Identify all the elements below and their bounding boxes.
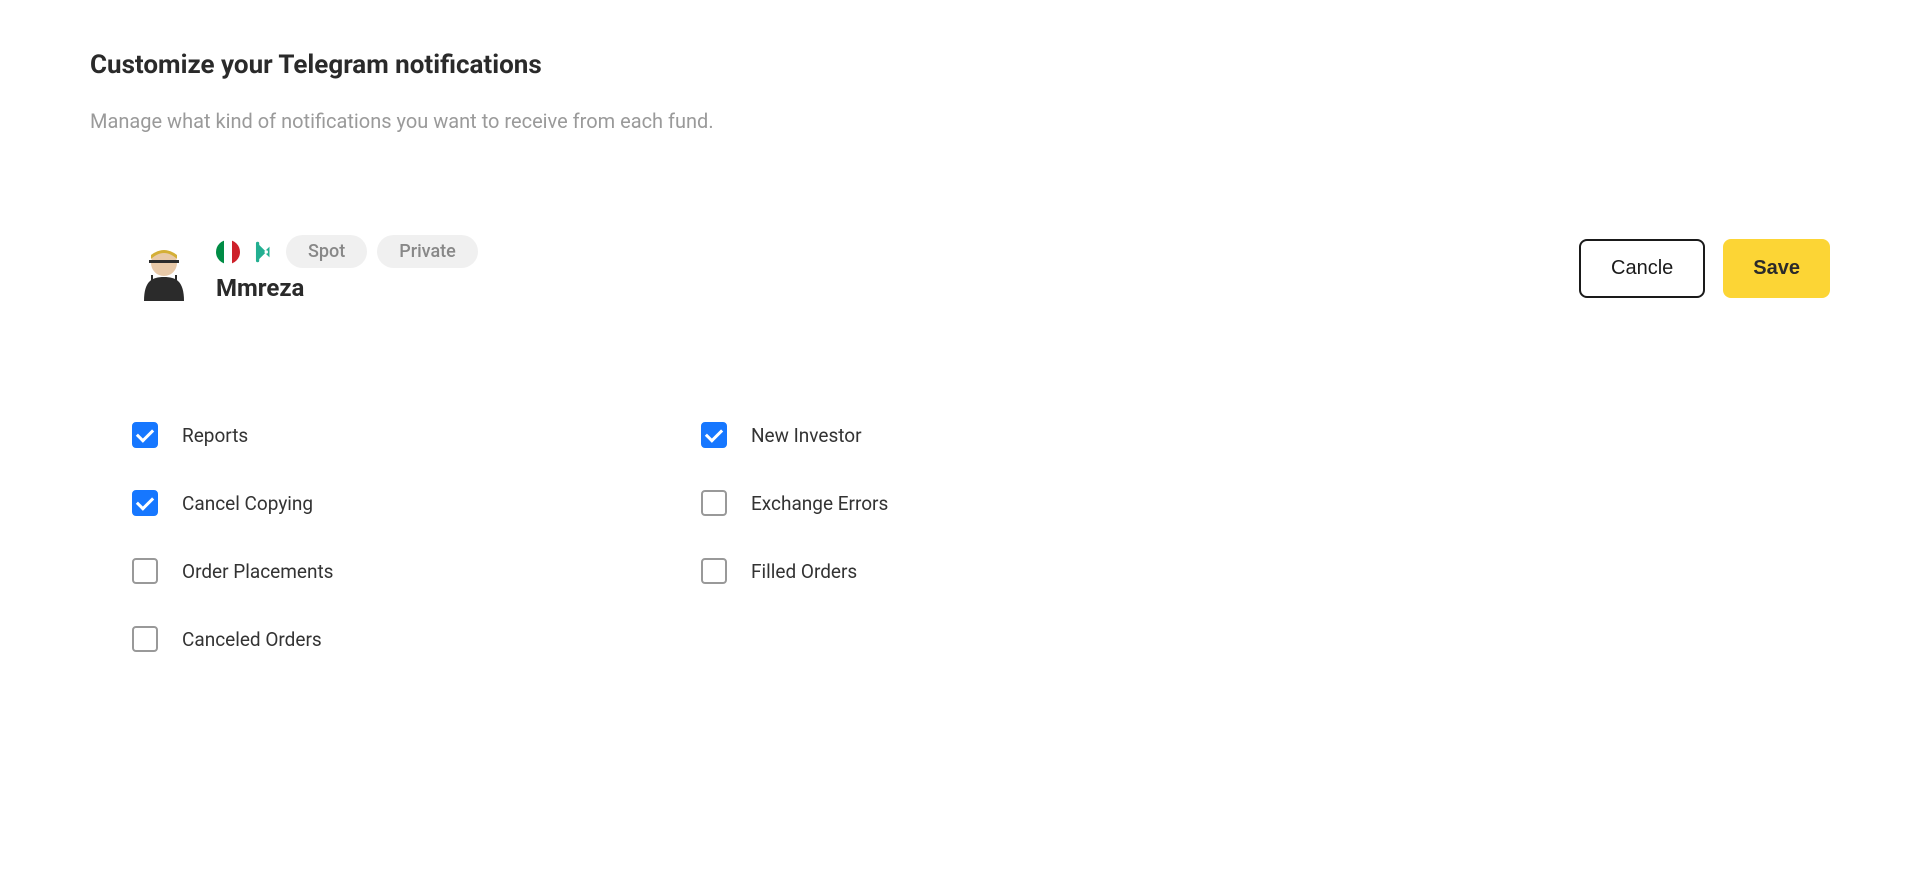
private-pill: Private <box>377 235 478 268</box>
fund-header: Spot Private Mmreza Cancle Save <box>90 235 1830 302</box>
option-cancel-copying[interactable]: Cancel Copying <box>132 490 671 516</box>
fund-meta-row: Spot Private <box>216 235 478 268</box>
checkbox-exchange-errors[interactable] <box>701 490 727 516</box>
options-column-1: Reports Cancel Copying Order Placements … <box>132 422 671 652</box>
checkbox-canceled-orders[interactable] <box>132 626 158 652</box>
option-label: Order Placements <box>182 560 334 583</box>
save-button[interactable]: Save <box>1723 239 1830 298</box>
options-grid: Reports Cancel Copying Order Placements … <box>90 422 1240 652</box>
option-order-placements[interactable]: Order Placements <box>132 558 671 584</box>
option-canceled-orders[interactable]: Canceled Orders <box>132 626 671 652</box>
page-title: Customize your Telegram notifications <box>90 50 1830 80</box>
option-new-investor[interactable]: New Investor <box>701 422 1240 448</box>
checkbox-cancel-copying[interactable] <box>132 490 158 516</box>
option-label: Filled Orders <box>751 560 857 583</box>
checkbox-new-investor[interactable] <box>701 422 727 448</box>
option-label: Cancel Copying <box>182 492 313 515</box>
page-subtitle: Manage what kind of notifications you wa… <box>90 102 770 140</box>
option-label: New Investor <box>751 424 862 447</box>
flag-icon <box>216 240 240 264</box>
exchange-icon <box>250 239 276 265</box>
option-reports[interactable]: Reports <box>132 422 671 448</box>
option-exchange-errors[interactable]: Exchange Errors <box>701 490 1240 516</box>
options-column-2: New Investor Exchange Errors Filled Orde… <box>701 422 1240 652</box>
checkbox-order-placements[interactable] <box>132 558 158 584</box>
cancel-button[interactable]: Cancle <box>1579 239 1705 298</box>
actions: Cancle Save <box>1579 239 1830 298</box>
option-label: Reports <box>182 424 248 447</box>
option-label: Exchange Errors <box>751 492 888 515</box>
spot-pill: Spot <box>286 235 367 268</box>
option-filled-orders[interactable]: Filled Orders <box>701 558 1240 584</box>
fund-name: Mmreza <box>216 274 478 302</box>
option-label: Canceled Orders <box>182 628 322 651</box>
avatar <box>132 237 196 301</box>
checkbox-reports[interactable] <box>132 422 158 448</box>
checkbox-filled-orders[interactable] <box>701 558 727 584</box>
fund-info: Spot Private Mmreza <box>132 235 478 302</box>
